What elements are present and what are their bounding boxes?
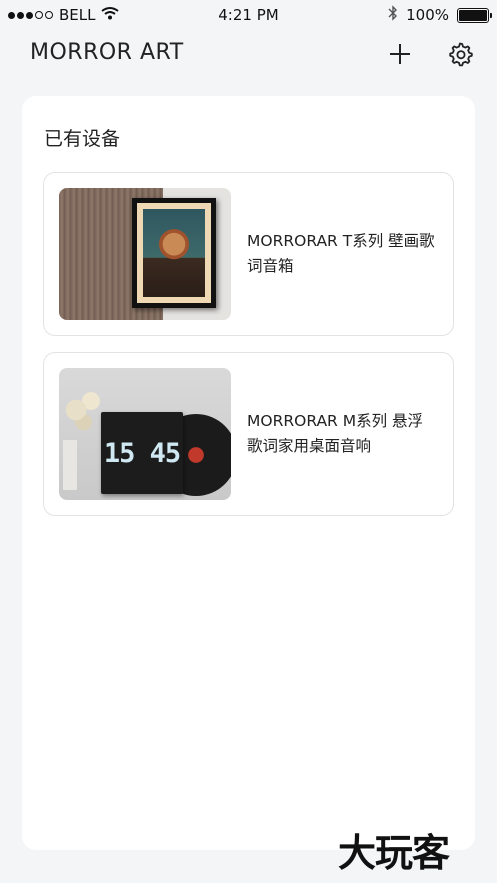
gear-icon xyxy=(449,42,473,67)
section-title: 已有设备 xyxy=(44,128,121,150)
battery-icon xyxy=(457,7,492,23)
status-right: 100% xyxy=(388,5,492,25)
add-device-button[interactable] xyxy=(382,36,418,72)
clock-display-text: 15 45 xyxy=(103,437,181,469)
bluetooth-icon xyxy=(388,5,398,25)
settings-button[interactable] xyxy=(442,36,478,72)
device-image-t-series xyxy=(59,188,231,320)
watermark-text: 大玩客 xyxy=(338,831,450,875)
device-card-t-series[interactable]: MORRORAR T系列 壁画歌词音箱 xyxy=(43,172,454,336)
plus-icon xyxy=(390,44,410,64)
app-title: MORROR ART xyxy=(30,40,184,65)
device-card-m-series[interactable]: 15 45 MORRORAR M系列 悬浮歌词家用桌面音响 xyxy=(43,352,454,516)
device-image-m-series: 15 45 xyxy=(59,368,231,500)
app-header: MORROR ART xyxy=(0,36,497,76)
device-name: MORRORAR M系列 悬浮歌词家用桌面音响 xyxy=(247,412,424,455)
device-name: MORRORAR T系列 壁画歌词音箱 xyxy=(247,232,435,275)
status-bar: BELL 4:21 PM 100% xyxy=(0,0,497,30)
devices-panel: 已有设备 MORRORAR T系列 壁画歌词音箱 15 45 MORRORAR … xyxy=(22,96,475,850)
battery-percent: 100% xyxy=(406,6,449,24)
